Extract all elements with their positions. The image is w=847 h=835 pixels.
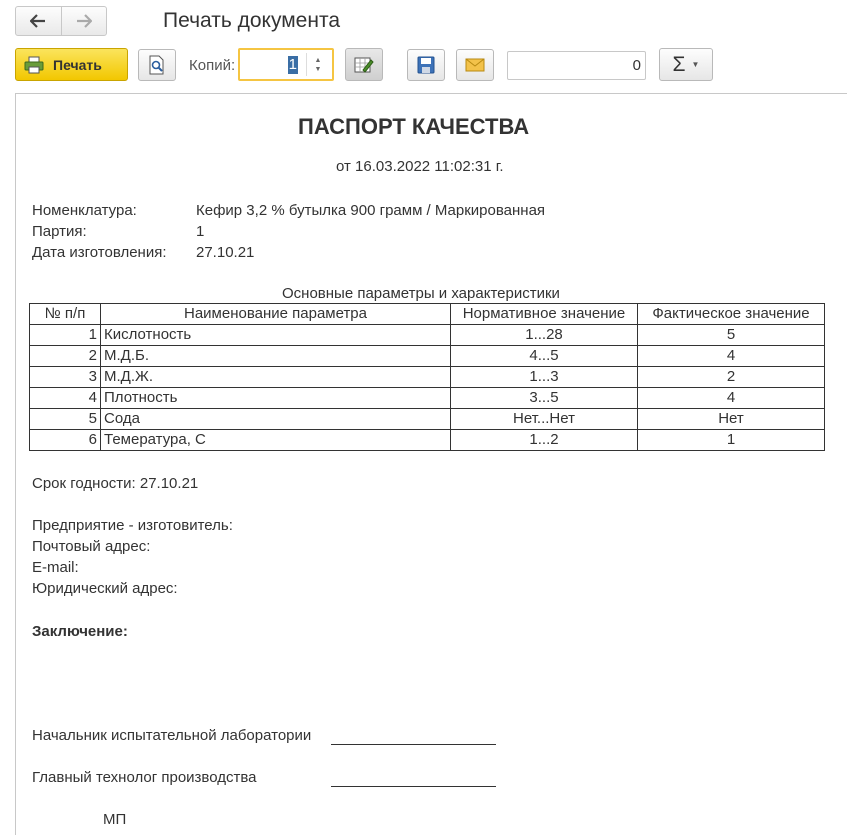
info-label-production-date: Дата изготовления:	[32, 244, 167, 261]
table-cell: 4	[637, 345, 825, 367]
shelf-life: Срок годности: 27.10.21	[32, 475, 199, 492]
print-button[interactable]: Печать	[15, 48, 128, 81]
navigation-buttons	[15, 6, 107, 36]
table-header: Фактическое значение	[637, 303, 825, 325]
table-row: 5 Сода Нет...Нет Нет	[29, 408, 825, 430]
copies-spinner[interactable]: ▲ ▼	[306, 53, 329, 76]
table-cell: Плотность	[100, 387, 451, 409]
table-cell: 4	[29, 387, 101, 409]
signature-line-chief-technologist	[331, 786, 496, 787]
table-cell: 5	[29, 408, 101, 430]
table-cell: М.Д.Б.	[100, 345, 451, 367]
table-cell: Нет...Нет	[450, 408, 638, 430]
sum-field: 0	[507, 51, 646, 80]
copies-input[interactable]: 1 ▲ ▼	[238, 48, 334, 81]
save-icon	[417, 56, 435, 74]
document-title: ПАСПОРТ КАЧЕСТВА	[298, 114, 530, 139]
info-value-nomenclature: Кефир 3,2 % бутылка 900 грамм / Маркиров…	[196, 202, 546, 219]
table-header: Нормативное значение	[450, 303, 638, 325]
info-label-nomenclature: Номенклатура:	[32, 202, 137, 219]
table-row: 4 Плотность 3...5 4	[29, 387, 825, 409]
table-cell: 1...2	[450, 429, 638, 451]
back-button[interactable]	[16, 7, 61, 35]
window-title: Печать документа	[163, 9, 341, 32]
spin-down-icon[interactable]: ▼	[315, 65, 322, 74]
table-cell: 5	[637, 324, 825, 346]
table-row: 2 М.Д.Б. 4...5 4	[29, 345, 825, 367]
table-cell: 4...5	[450, 345, 638, 367]
table-cell: 6	[29, 429, 101, 451]
arrow-right-icon	[76, 14, 92, 28]
print-button-label: Печать	[53, 56, 102, 73]
table-cell: 2	[29, 345, 101, 367]
info-label-batch: Партия:	[32, 223, 87, 240]
signature-lab-head: Начальник испытательной лаборатории	[32, 727, 312, 744]
stamp-placeholder: МП	[103, 811, 127, 828]
table-cell: 4	[637, 387, 825, 409]
postal-address-label: Почтовый адрес:	[32, 538, 151, 555]
copies-label: Копий:	[189, 57, 236, 74]
table-cell: 1...28	[450, 324, 638, 346]
forward-button[interactable]	[60, 7, 107, 35]
info-value-batch: 1	[196, 223, 205, 240]
sigma-icon: Σ	[672, 52, 686, 76]
printer-icon	[24, 56, 44, 73]
table-row: 1 Кислотность 1...28 5	[29, 324, 825, 346]
document-area[interactable]: ПАСПОРТ КАЧЕСТВА от 16.03.2022 11:02:31 …	[15, 93, 847, 835]
legal-address-label: Юридический адрес:	[32, 580, 178, 597]
copies-value: 1	[287, 56, 298, 74]
parameters-table: № п/п Наименование параметра Нормативное…	[29, 303, 825, 451]
table-cell: 3...5	[450, 387, 638, 409]
table-row: 3 М.Д.Ж. 1...3 2	[29, 366, 825, 388]
edit-icon	[354, 57, 374, 73]
save-button[interactable]	[407, 49, 445, 81]
signature-line-lab-head	[331, 744, 496, 745]
table-cell: 1	[637, 429, 825, 451]
document-date: от 16.03.2022 11:02:31 г.	[336, 158, 504, 175]
signature-chief-technologist: Главный технолог производства	[32, 769, 257, 786]
info-value-production-date: 27.10.21	[196, 244, 255, 261]
table-cell: Темература, С	[100, 429, 451, 451]
table-caption: Основные параметры и характеристики	[282, 285, 560, 302]
mail-icon	[465, 58, 485, 72]
table-cell: Кислотность	[100, 324, 451, 346]
table-header: № п/п	[29, 303, 101, 325]
spin-up-icon[interactable]: ▲	[315, 56, 322, 65]
preview-icon	[149, 55, 164, 75]
table-header-row: № п/п Наименование параметра Нормативное…	[29, 303, 825, 325]
mail-button[interactable]	[456, 49, 494, 81]
table-cell: Сода	[100, 408, 451, 430]
table-row: 6 Темература, С 1...2 1	[29, 429, 825, 451]
table-cell: Нет	[637, 408, 825, 430]
chevron-down-icon: ▼	[691, 60, 700, 69]
manufacturer-label: Предприятие - изготовитель:	[32, 517, 233, 534]
table-cell: 1	[29, 324, 101, 346]
sum-mode-button[interactable]: Σ ▼	[659, 48, 713, 81]
arrow-left-icon	[30, 14, 46, 28]
email-label: E-mail:	[32, 559, 79, 576]
edit-button[interactable]	[345, 48, 383, 81]
table-cell: М.Д.Ж.	[100, 366, 451, 388]
preview-button[interactable]	[138, 49, 176, 81]
conclusion-label: Заключение:	[32, 623, 128, 640]
table-cell: 2	[637, 366, 825, 388]
table-cell: 1...3	[450, 366, 638, 388]
table-header: Наименование параметра	[100, 303, 451, 325]
table-cell: 3	[29, 366, 101, 388]
